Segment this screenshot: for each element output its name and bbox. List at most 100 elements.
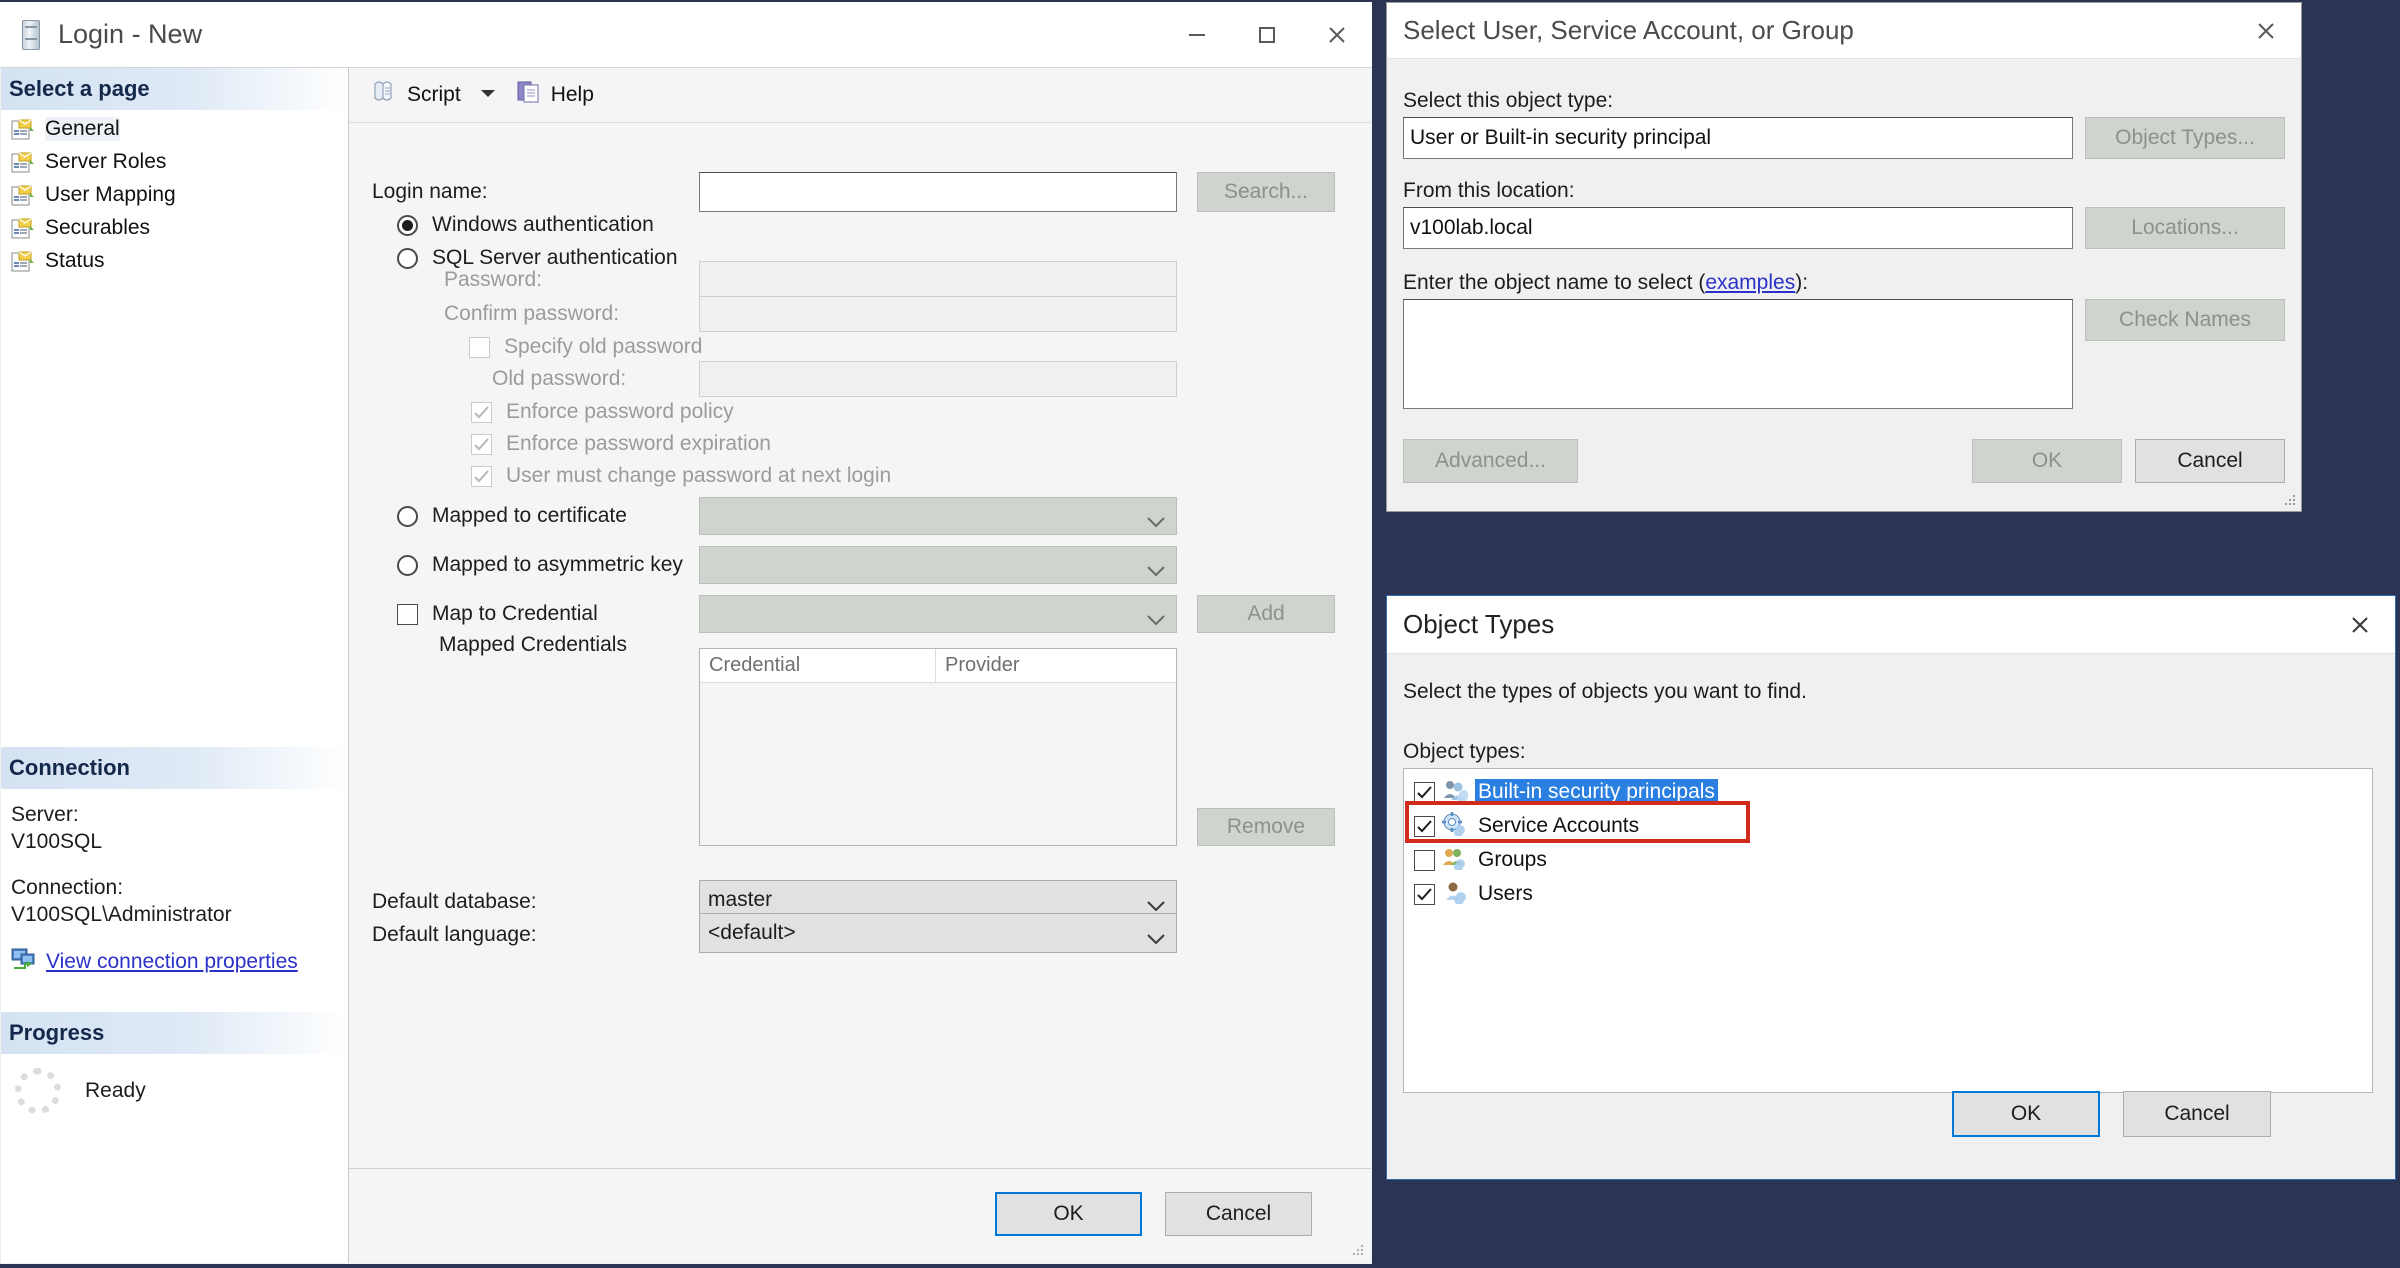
select-user-ok-button[interactable]: OK (1972, 439, 2122, 483)
sidebar-item-general[interactable]: General (1, 112, 348, 145)
progress-spinner-icon (15, 1068, 61, 1114)
login-footer: OK Cancel (349, 1168, 1371, 1263)
login-name-input[interactable] (699, 172, 1177, 212)
default-database-value: master (708, 888, 773, 911)
checkbox-icon[interactable] (1414, 849, 1435, 871)
checkbox-icon[interactable] (1414, 781, 1435, 803)
help-button[interactable]: Help (515, 79, 594, 111)
specify-old-password-checkbox[interactable]: Specify old password (469, 335, 702, 359)
mapped-to-asymmetric-key-combo[interactable] (699, 546, 1177, 584)
list-item-groups[interactable]: Groups (1404, 843, 2372, 877)
users-icon (1442, 880, 1468, 909)
old-password-input[interactable] (699, 361, 1177, 397)
grid-column-credential: Credential (700, 649, 936, 682)
progress-status: Ready (85, 1079, 146, 1102)
sidebar-item-status[interactable]: Status (1, 244, 348, 277)
script-label: Script (407, 83, 461, 106)
connection-value: V100SQL\Administrator (11, 903, 232, 926)
sidebar-item-user-mapping[interactable]: User Mapping (1, 178, 348, 211)
server-label: Server: (11, 803, 79, 826)
sql-server-authentication-radio[interactable]: SQL Server authentication (397, 246, 678, 270)
enforce-password-expiration-label: Enforce password expiration (506, 432, 771, 455)
sidebar-item-label: General (45, 116, 120, 141)
object-type-label: Select this object type: (1403, 89, 1614, 112)
user-must-change-password-label: User must change password at next login (506, 464, 892, 487)
mapped-credentials-label: Mapped Credentials (439, 633, 627, 656)
object-types-button[interactable]: Object Types... (2085, 117, 2285, 159)
service-accounts-highlight (1405, 801, 1750, 843)
checkbox-icon[interactable] (1414, 883, 1435, 905)
object-name-label-pre: Enter the object name to select ( (1403, 271, 1706, 294)
radio-icon (397, 554, 418, 576)
sidebar-item-label: Securables (45, 215, 151, 239)
close-icon[interactable] (2325, 596, 2395, 653)
object-types-titlebar: Object Types (1387, 596, 2395, 654)
object-types-dialog: Object Types Select the types of objects… (1386, 595, 2396, 1180)
sidebar-item-label: Status (45, 248, 105, 272)
sidebar-item-securables[interactable]: Securables (1, 211, 348, 244)
object-types-window-controls (2325, 596, 2395, 653)
help-label: Help (550, 83, 594, 106)
view-connection-properties-link[interactable]: View connection properties (11, 947, 298, 976)
resize-grip[interactable] (1351, 1243, 1365, 1257)
list-item-label: Groups (1478, 848, 1547, 871)
page-icon (11, 250, 35, 272)
object-type-value: User or Built-in security principal (1410, 126, 1712, 149)
checkbox-icon (397, 603, 418, 625)
locations-button[interactable]: Locations... (2085, 207, 2285, 249)
chevron-down-icon[interactable] (479, 86, 497, 104)
page-icon (11, 184, 35, 206)
maximize-icon[interactable] (1232, 2, 1302, 67)
map-to-credential-checkbox[interactable]: Map to Credential (397, 602, 598, 626)
login-window-controls (1162, 2, 1372, 67)
list-item-label: Users (1478, 882, 1533, 905)
cancel-button[interactable]: Cancel (1165, 1192, 1312, 1236)
default-language-combo[interactable]: <default> (699, 913, 1177, 953)
object-types-cancel-button[interactable]: Cancel (2123, 1091, 2271, 1137)
remove-credential-button[interactable]: Remove (1197, 808, 1335, 846)
sidebar-item-server-roles[interactable]: Server Roles (1, 145, 348, 178)
script-button[interactable]: Script (371, 79, 461, 111)
mapped-credentials-grid[interactable]: Credential Provider (699, 648, 1177, 846)
page-icon (11, 217, 35, 239)
close-icon[interactable] (1302, 2, 1372, 67)
check-names-button[interactable]: Check Names (2085, 299, 2285, 341)
object-types-instruction: Select the types of objects you want to … (1403, 680, 1807, 703)
select-user-cancel-button[interactable]: Cancel (2135, 439, 2285, 483)
radio-icon (397, 505, 418, 527)
enforce-password-policy-checkbox[interactable]: Enforce password policy (471, 400, 734, 424)
sql-server-authentication-label: SQL Server authentication (432, 246, 678, 269)
grid-body (700, 683, 1176, 845)
mapped-to-asymmetric-key-radio[interactable]: Mapped to asymmetric key (397, 553, 683, 577)
object-types-ok-button[interactable]: OK (1952, 1091, 2100, 1137)
location-input[interactable]: v100lab.local (1403, 207, 2073, 249)
radio-icon (397, 247, 418, 269)
page-icon (11, 151, 35, 173)
object-type-input[interactable]: User or Built-in security principal (1403, 117, 2073, 159)
confirm-password-input[interactable] (699, 296, 1177, 332)
mapped-to-certificate-combo[interactable] (699, 497, 1177, 535)
close-icon[interactable] (2231, 3, 2301, 58)
enforce-password-expiration-checkbox[interactable]: Enforce password expiration (471, 432, 771, 456)
add-credential-button[interactable]: Add (1197, 595, 1335, 633)
default-language-label: Default language: (372, 923, 537, 946)
mapped-to-certificate-radio[interactable]: Mapped to certificate (397, 504, 627, 528)
radio-icon (397, 214, 418, 236)
map-to-credential-combo[interactable] (699, 595, 1177, 633)
advanced-button[interactable]: Advanced... (1403, 439, 1578, 483)
password-label: Password: (444, 268, 543, 291)
list-item-users[interactable]: Users (1404, 877, 2372, 911)
search-button[interactable]: Search... (1197, 172, 1335, 212)
minimize-icon[interactable] (1162, 2, 1232, 67)
specify-old-password-label: Specify old password (504, 335, 703, 358)
object-name-input[interactable] (1403, 299, 2073, 409)
object-types-title: Object Types (1403, 609, 1555, 639)
connection-properties-icon (11, 947, 37, 976)
user-must-change-password-checkbox[interactable]: User must change password at next login (471, 464, 891, 488)
password-input[interactable] (699, 261, 1177, 297)
windows-authentication-radio[interactable]: Windows authentication (397, 213, 654, 237)
select-user-window-controls (2231, 3, 2301, 58)
ok-button[interactable]: OK (995, 1192, 1142, 1236)
examples-link[interactable]: examples (1705, 271, 1795, 295)
resize-grip[interactable] (2283, 493, 2297, 507)
